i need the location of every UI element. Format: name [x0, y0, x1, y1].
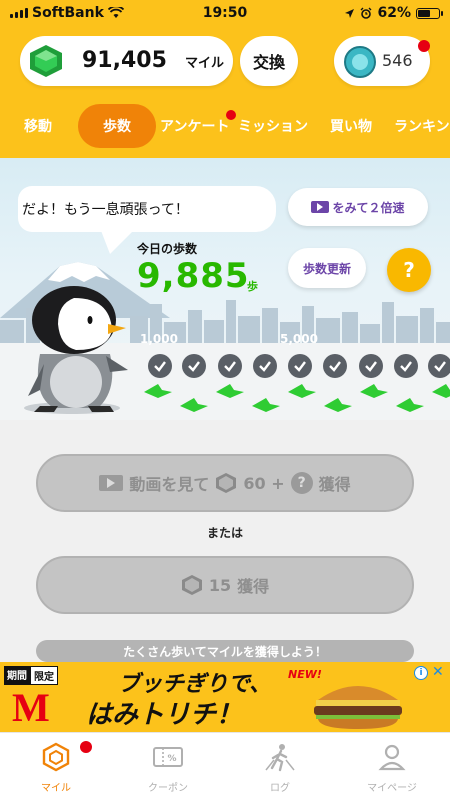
battery-icon — [416, 7, 443, 19]
milestone-1000: 1,000 — [140, 332, 178, 346]
check-icon — [428, 354, 450, 378]
status-bar: SoftBank 19:50 62% — [0, 0, 450, 26]
today-steps-unit: 歩 — [247, 280, 258, 293]
person-icon — [376, 741, 408, 773]
header: 91,405 マイル 交換 546 移動 歩数 アンケート ミッション 買い物 … — [0, 26, 450, 158]
penguin-mascot — [24, 286, 128, 414]
tab-move[interactable]: 移動 — [24, 104, 52, 148]
bottom-navigation: マイル % クーポン ログ マイページ — [0, 732, 450, 800]
check-icon — [218, 354, 242, 378]
miles-notification-dot — [80, 741, 92, 753]
battery-level-fill — [418, 9, 430, 17]
ad-close-icon[interactable]: ✕ — [432, 664, 444, 680]
limited-time-badge: 期間 限定 — [4, 666, 58, 685]
nav-coupon[interactable]: % クーポン — [118, 741, 218, 797]
speech-bubble: だよ！もう一息頑張って！ — [18, 186, 276, 232]
nav-mypage-label: マイページ — [367, 783, 417, 794]
coin-balance[interactable]: 546 — [334, 36, 430, 86]
check-icon — [182, 354, 206, 378]
check-icon — [394, 354, 418, 378]
miles-value: 91,405 — [82, 48, 167, 73]
tab-ranking[interactable]: ランキン — [394, 104, 450, 148]
svg-text:%: % — [167, 754, 176, 764]
milestone-5000: 5,000 — [280, 332, 318, 346]
exchange-button[interactable]: 交換 — [240, 36, 298, 86]
film-icon — [99, 475, 124, 491]
today-steps-value: 9,885 — [137, 256, 250, 296]
check-icon — [323, 354, 347, 378]
carrier-name: SoftBank — [32, 5, 104, 21]
gem-icon — [216, 473, 237, 493]
milestone-checks — [140, 354, 450, 380]
ad-badge-light: 限定 — [30, 666, 58, 685]
earn-suffix: 獲得 — [237, 577, 270, 596]
watch-video-suffix: 獲得 — [318, 475, 351, 494]
check-icon — [359, 354, 383, 378]
steps-scene: だよ！もう一息頑張って！ をみて２倍速 今日の歩数 9,885 歩 歩数更新 ?… — [0, 158, 450, 420]
check-icon — [288, 354, 312, 378]
nav-log[interactable]: ログ — [230, 741, 330, 797]
check-icon — [148, 354, 172, 378]
help-button[interactable]: ? — [387, 248, 431, 292]
signal-icon — [10, 8, 28, 18]
nav-miles-label: マイル — [41, 783, 71, 794]
fish-coin-icon — [344, 46, 376, 78]
update-steps-button[interactable]: 歩数更新 — [288, 248, 366, 288]
nav-mypage[interactable]: マイページ — [342, 741, 442, 797]
ad-info-icon[interactable]: i — [414, 666, 428, 680]
battery-percent: 62% — [377, 5, 411, 21]
nav-log-label: ログ — [270, 783, 290, 794]
tab-steps[interactable]: 歩数 — [78, 104, 156, 148]
watch-video-earn-button[interactable]: 動画を見て 60 + ? 獲得 — [36, 454, 414, 512]
or-separator: または — [206, 526, 243, 540]
watch-video-amount: 60 + — [243, 473, 285, 493]
footprints — [144, 384, 450, 412]
check-icon — [253, 354, 277, 378]
hexagon-gem-icon — [40, 741, 72, 773]
today-steps-label: 今日の歩数 — [137, 242, 198, 256]
walking-log-icon — [264, 741, 296, 773]
watch-ad-double-speed-button[interactable]: をみて２倍速 — [288, 188, 428, 226]
tab-mission[interactable]: ミッション — [238, 104, 308, 148]
ad-headline-2: はみトリチ！ — [86, 700, 243, 730]
tab-survey[interactable]: アンケート — [160, 104, 229, 148]
category-tabs: 移動 歩数 アンケート ミッション 買い物 ランキン — [0, 104, 450, 148]
wifi-icon — [107, 7, 124, 18]
tab-shopping[interactable]: 買い物 — [330, 104, 372, 148]
green-gem-icon — [30, 45, 62, 77]
coupon-ticket-icon: % — [152, 741, 184, 773]
earn-miles-button[interactable]: 15 獲得 — [36, 556, 414, 614]
mystery-bonus-icon: ? — [290, 472, 313, 494]
watch-video-label: 動画を見て — [129, 475, 210, 494]
nav-coupon-label: クーポン — [148, 783, 188, 794]
speech-bubble-tail — [100, 228, 136, 254]
coin-notification-dot — [418, 40, 430, 52]
survey-notification-dot — [226, 110, 236, 120]
location-arrow-icon — [345, 8, 355, 18]
watch-ad-double-speed-label: をみて２倍速 — [332, 200, 405, 215]
alarm-clock-icon — [360, 7, 372, 19]
miles-unit: マイル — [185, 56, 225, 71]
video-icon — [311, 201, 330, 213]
ad-badge-dark: 期間 — [4, 666, 30, 685]
ad-banner[interactable]: 期間 限定 M ブッチぎりで、 はみトリチ！ NEW! i ✕ — [0, 662, 450, 732]
mcdonalds-logo: M — [12, 685, 50, 730]
clock: 19:50 — [202, 5, 248, 21]
hint-banner: たくさん歩いてマイルを獲得しよう！ — [36, 640, 414, 662]
earn-amount: 15 — [208, 575, 232, 595]
miles-balance[interactable]: 91,405 マイル — [20, 36, 233, 86]
gem-icon — [181, 575, 202, 595]
burger-image — [314, 686, 402, 729]
coin-value: 546 — [382, 51, 413, 70]
